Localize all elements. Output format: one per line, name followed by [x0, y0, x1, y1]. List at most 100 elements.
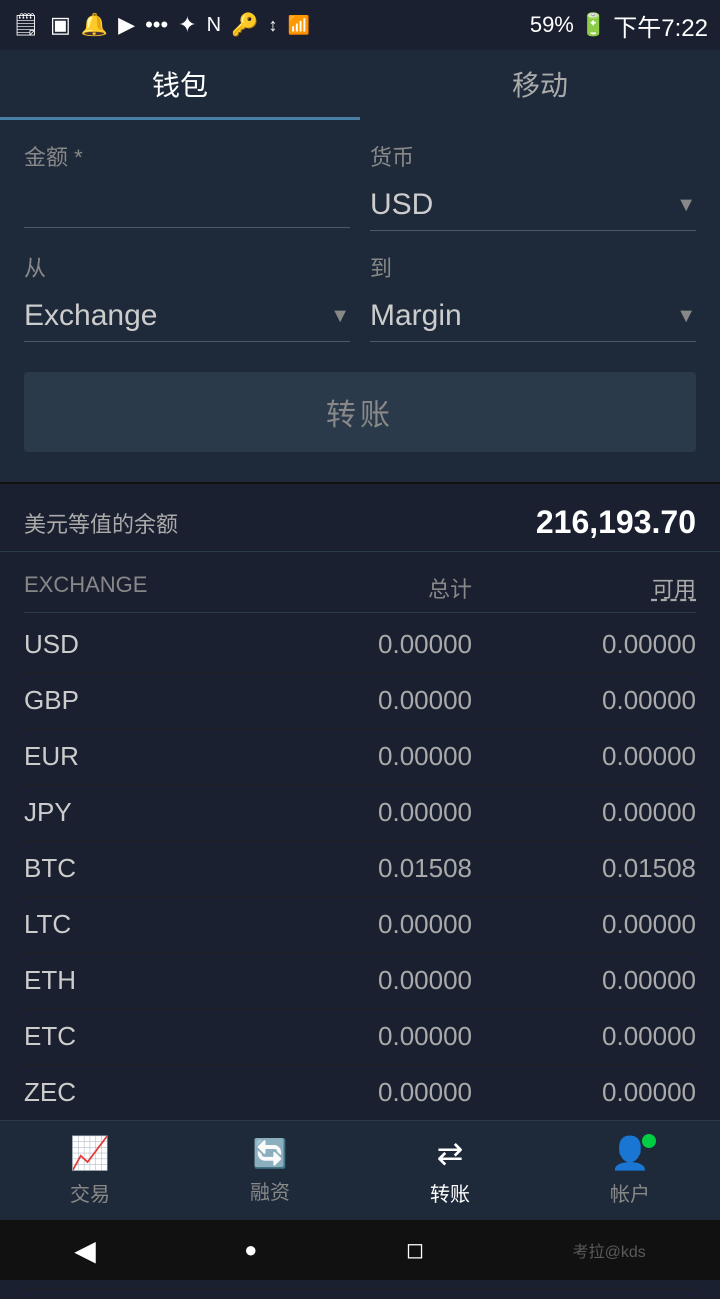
key-icon: 🔑 [231, 12, 258, 38]
nav-finance-label: 融资 [250, 1176, 290, 1205]
status-left-icons: 🗒 ▣ 🔔 ▶ ••• ✦ N 🔑 ↕ 📶 [12, 12, 310, 38]
from-chevron-icon: ▼ [330, 305, 350, 328]
available-cell: 0.00000 [472, 797, 696, 828]
watermark: 考拉@kds [573, 1238, 646, 1262]
main-tab-bar: 钱包 移动 [0, 50, 720, 120]
from-group: 从 Exchange ▼ [24, 251, 350, 342]
amount-group: 金额 * [24, 140, 350, 231]
finance-icon: 🔄 [253, 1137, 288, 1170]
currency-group: 货币 USD ▼ [370, 140, 696, 231]
bottom-nav: 📈 交易 🔄 融资 ⇄ 转账 👤 帐户 [0, 1120, 720, 1220]
currency-value: USD [370, 188, 433, 222]
balance-label: 美元等值的余额 [24, 507, 178, 539]
nav-transfer[interactable]: ⇄ 转账 [430, 1134, 470, 1207]
to-select[interactable]: Margin ▼ [370, 291, 696, 342]
table-row: BTC0.015080.01508 [24, 841, 696, 897]
balance-section: 美元等值的余额 216,193.70 [0, 484, 720, 552]
total-cell: 0.00000 [248, 909, 472, 940]
battery-percent: 59% [530, 12, 574, 38]
total-cell: 0.00000 [248, 685, 472, 716]
col-total: 总计 [248, 572, 472, 604]
to-chevron-icon: ▼ [676, 305, 696, 328]
time-display: 下午7:22 [613, 8, 708, 43]
bell-icon: 🔔 [81, 12, 108, 38]
currency-cell: ETC [24, 1021, 248, 1052]
total-cell: 0.00000 [248, 741, 472, 772]
nav-transfer-label: 转账 [430, 1178, 470, 1207]
available-cell: 0.00000 [472, 629, 696, 660]
from-to-row: 从 Exchange ▼ 到 Margin ▼ [24, 251, 696, 342]
nav-trade-label: 交易 [70, 1178, 110, 1207]
from-label: 从 [24, 251, 350, 283]
amount-currency-row: 金额 * 货币 USD ▼ [24, 140, 696, 231]
system-bar: ◀ ● ◻ 考拉@kds [0, 1220, 720, 1280]
table-row: ETC0.000000.00000 [24, 1009, 696, 1065]
currency-chevron-icon: ▼ [676, 194, 696, 217]
online-indicator [642, 1134, 656, 1148]
available-cell: 0.00000 [472, 1077, 696, 1108]
home-button[interactable]: ● [244, 1237, 257, 1263]
nav-account-label: 帐户 [610, 1178, 650, 1207]
col-exchange: EXCHANGE [24, 572, 248, 604]
balance-row: 美元等值的余额 216,193.70 [24, 504, 696, 541]
total-cell: 0.00000 [248, 629, 472, 660]
currency-cell: USD [24, 629, 248, 660]
table-row: ETH0.000000.00000 [24, 953, 696, 1009]
currency-label: 货币 [370, 140, 696, 172]
to-group: 到 Margin ▼ [370, 251, 696, 342]
available-cell: 0.01508 [472, 853, 696, 884]
total-cell: 0.00000 [248, 1077, 472, 1108]
total-cell: 0.01508 [248, 853, 472, 884]
status-bar: 🗒 ▣ 🔔 ▶ ••• ✦ N 🔑 ↕ 📶 59% 🔋 下午7:22 [0, 0, 720, 50]
available-cell: 0.00000 [472, 1021, 696, 1052]
table-header: EXCHANGE 总计 可用 [24, 562, 696, 613]
table-row: USD0.000000.00000 [24, 617, 696, 673]
status-right-info: 59% 🔋 下午7:22 [530, 8, 708, 43]
total-cell: 0.00000 [248, 1021, 472, 1052]
table-row: JPY0.000000.00000 [24, 785, 696, 841]
account-icon: 👤 [610, 1134, 650, 1172]
table-row: EUR0.000000.00000 [24, 729, 696, 785]
balance-value: 216,193.70 [536, 504, 696, 541]
battery-icon: 🔋 [580, 12, 607, 38]
trade-icon: 📈 [70, 1134, 110, 1172]
currency-cell: LTC [24, 909, 248, 940]
currency-cell: BTC [24, 853, 248, 884]
nav-finance[interactable]: 🔄 融资 [250, 1137, 290, 1205]
currency-cell: GBP [24, 685, 248, 716]
currency-cell: JPY [24, 797, 248, 828]
nav-trade[interactable]: 📈 交易 [70, 1134, 110, 1207]
tab-wallet[interactable]: 钱包 [0, 50, 360, 120]
to-label: 到 [370, 251, 696, 283]
currency-cell: ETH [24, 965, 248, 996]
available-cell: 0.00000 [472, 685, 696, 716]
recent-button[interactable]: ◻ [406, 1237, 424, 1263]
table-row: GBP0.000000.00000 [24, 673, 696, 729]
transfer-button[interactable]: 转账 [24, 372, 696, 452]
wallet-icon: ▣ [50, 12, 71, 38]
total-cell: 0.00000 [248, 965, 472, 996]
currency-select[interactable]: USD ▼ [370, 180, 696, 231]
from-value: Exchange [24, 299, 157, 333]
tab-transfer[interactable]: 移动 [360, 50, 720, 120]
bluetooth-icon: ✦ [178, 12, 196, 38]
signal-icon: 📶 [287, 15, 309, 36]
table-row: ZEC0.000000.00000 [24, 1065, 696, 1121]
doc-icon: 🗒 [12, 12, 40, 38]
transfer-icon: ⇄ [437, 1134, 464, 1172]
nav-account[interactable]: 👤 帐户 [610, 1134, 650, 1207]
available-cell: 0.00000 [472, 741, 696, 772]
back-button[interactable]: ◀ [74, 1234, 96, 1267]
signal-bars-icon: ↕ [268, 15, 277, 36]
currency-cell: EUR [24, 741, 248, 772]
nfc-icon: N [207, 14, 221, 37]
dots-icon: ••• [145, 12, 168, 38]
from-select[interactable]: Exchange ▼ [24, 291, 350, 342]
amount-input[interactable] [24, 180, 350, 228]
table-row: LTC0.000000.00000 [24, 897, 696, 953]
send-icon: ▶ [118, 12, 135, 38]
available-cell: 0.00000 [472, 965, 696, 996]
currency-cell: ZEC [24, 1077, 248, 1108]
amount-label: 金额 * [24, 140, 350, 172]
total-cell: 0.00000 [248, 797, 472, 828]
